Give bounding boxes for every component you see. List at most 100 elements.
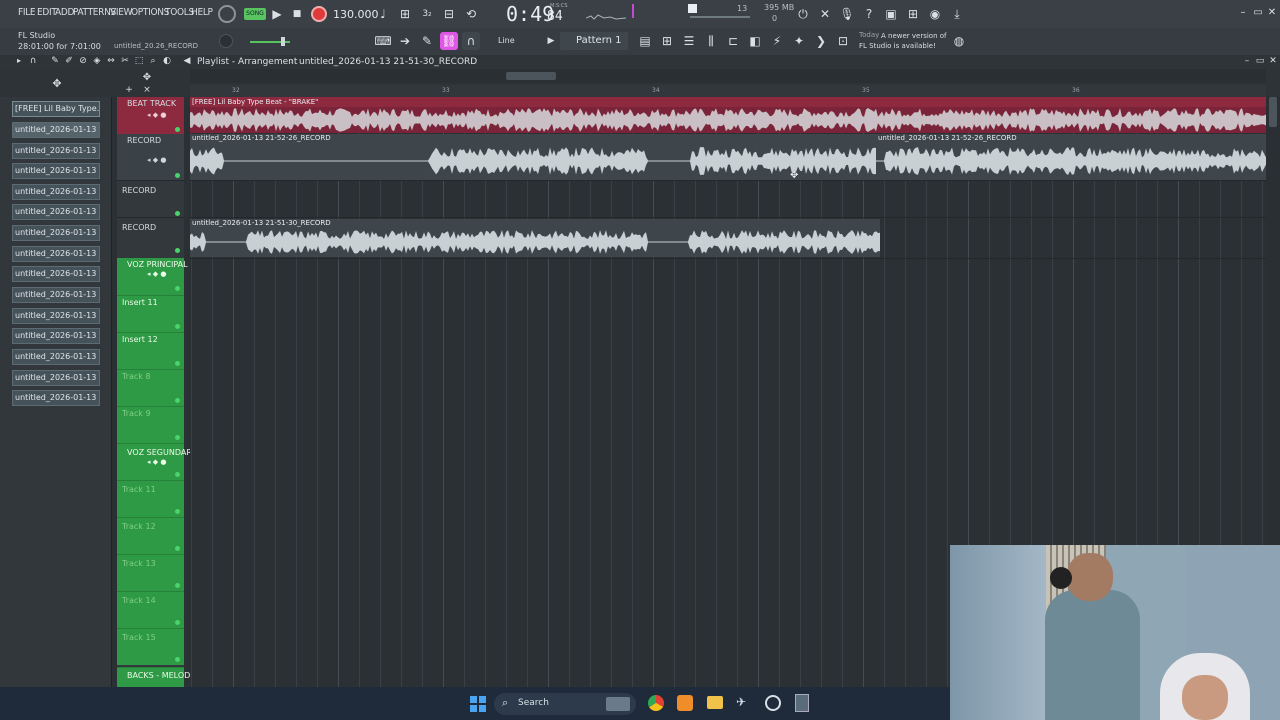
fish-icon[interactable]: ❯ <box>812 32 830 50</box>
track-header-voz-principal[interactable]: VOZ PRINCIPAL ◂ ◆ ● <box>117 258 188 295</box>
countdown-icon[interactable]: 3₂ <box>418 5 436 23</box>
audio-clip-record-a[interactable]: untitled_2026-01-13 21-52-26_RECORD <box>190 134 876 180</box>
menu-options[interactable]: OPTIONS <box>131 7 169 18</box>
picker-item[interactable]: untitled_2026-01-13 21-... <box>12 163 100 179</box>
arrange-icon[interactable]: ◀ <box>178 52 196 70</box>
picker-item[interactable]: untitled_2026-01-13 21-... <box>12 328 100 344</box>
master-pitch-knob[interactable] <box>219 34 233 48</box>
track-controls-icon[interactable]: ◂ ◆ ● <box>147 111 166 119</box>
mixer-icon[interactable]: ✕ <box>816 5 834 23</box>
track-header-track-15[interactable]: Track 15 <box>117 628 184 665</box>
track-controls-icon[interactable]: ◂ ◆ ● <box>147 156 166 164</box>
keyboard-icon[interactable]: ⌨ <box>374 32 392 50</box>
chrome-icon[interactable] <box>648 695 664 711</box>
picker-item[interactable]: untitled_2026-01-13 21-... <box>12 184 100 200</box>
horizontal-scrollbar[interactable] <box>190 69 1266 83</box>
plugin-icon[interactable]: ⊞ <box>904 5 922 23</box>
file-explorer-icon[interactable] <box>707 696 723 709</box>
track-enable-led[interactable] <box>175 173 180 178</box>
song-mode-toggle[interactable]: SONG <box>244 8 266 20</box>
track-enable-led[interactable] <box>175 398 180 403</box>
playlist-close-icon[interactable]: ✕ <box>1264 52 1280 70</box>
track-enable-led[interactable] <box>175 286 180 291</box>
track-header-record-1[interactable]: RECORD ◂ ◆ ● <box>117 134 184 180</box>
news-message[interactable]: A newer version of FL Studio is availabl… <box>859 31 949 51</box>
track-header-track-8[interactable]: Track 8 <box>117 369 184 406</box>
picker-item[interactable]: untitled_2026-01-13 21-... <box>12 308 100 324</box>
picker-item[interactable]: untitled_2026-01-13 21-... <box>12 287 100 303</box>
close-icon[interactable]: ✕ <box>1263 4 1280 22</box>
picker-item[interactable]: untitled_2026-01-13 21-... <box>12 225 100 241</box>
track-header-insert-12[interactable]: Insert 12 <box>117 332 184 369</box>
app-icon[interactable]: ✈ <box>736 695 752 711</box>
picker-move-icon[interactable]: ✥ <box>48 75 66 93</box>
track-header-beat[interactable]: BEAT TRACK ◂ ◆ ● <box>117 97 184 134</box>
menu-add[interactable]: ADD <box>55 7 74 18</box>
power-icon[interactable]: ⏻ <box>794 5 812 23</box>
link-icon[interactable]: ⛓ <box>440 32 458 50</box>
snap-selector[interactable]: Line <box>498 36 515 45</box>
wrench-icon[interactable]: ✦ <box>790 32 808 50</box>
track-enable-led[interactable] <box>175 435 180 440</box>
menu-help[interactable]: HELP <box>191 7 213 18</box>
picker-item[interactable]: untitled_2026-01-13 21-... <box>12 122 100 138</box>
chat-icon[interactable]: ◉ <box>926 5 944 23</box>
windows-start-icon[interactable] <box>470 696 486 712</box>
track-header-track-9[interactable]: Track 9 <box>117 406 184 443</box>
mic-icon[interactable]: 🎙 <box>838 5 856 23</box>
magnet-small-icon[interactable]: ∩ <box>24 52 42 70</box>
track-enable-led[interactable] <box>175 546 180 551</box>
track-header-insert-11[interactable]: Insert 11 <box>117 295 184 332</box>
channel-rack-icon[interactable]: ☰ <box>680 32 698 50</box>
track-controls-icon[interactable]: ◂ ◆ ● <box>147 458 166 466</box>
vscroll-thumb[interactable] <box>1269 97 1277 127</box>
playlist-icon[interactable]: ▤ <box>636 32 654 50</box>
cart-icon[interactable]: ⊡ <box>834 32 852 50</box>
pattern-prev-icon[interactable]: ▶ <box>542 32 560 50</box>
playlist-breadcrumb[interactable]: untitled_2026-01-13 21-51-30_RECORD <box>299 57 477 67</box>
plug-icon[interactable]: ⚡ <box>768 32 786 50</box>
track-header-backs-melod[interactable]: BACKS - MELOD <box>117 667 190 687</box>
track-enable-led[interactable] <box>175 248 180 253</box>
menu-view[interactable]: VIEW <box>110 7 132 18</box>
pencil-icon[interactable]: ✎ <box>418 32 436 50</box>
globe-icon[interactable]: ◍ <box>950 32 968 50</box>
track-enable-led[interactable] <box>175 620 180 625</box>
metronome-icon[interactable]: ♩ <box>374 5 392 23</box>
magnet-icon[interactable]: ∩ <box>462 32 480 50</box>
picker-item[interactable]: untitled_2026-01-13 21-... <box>12 370 100 386</box>
save-icon[interactable]: ▣ <box>882 5 900 23</box>
wait-input-icon[interactable]: ⊞ <box>396 5 414 23</box>
track-header-track-13[interactable]: Track 13 <box>117 554 184 591</box>
tempo-display[interactable]: 130.000 <box>333 8 379 21</box>
track-header-track-12[interactable]: Track 12 <box>117 517 184 554</box>
mixer-view-icon[interactable]: ⫼ <box>702 32 720 50</box>
scroll-thumb[interactable] <box>506 72 556 80</box>
picker-item[interactable]: untitled_2026-01-13 21-... <box>12 349 100 365</box>
audio-clip-record-b[interactable]: untitled_2026-01-13 21-52-26_RECORD <box>876 134 1266 180</box>
picker-item[interactable]: untitled_2026-01-13 21-... <box>12 143 100 159</box>
track-header-record-2[interactable]: RECORD <box>117 180 184 217</box>
master-volume-handle[interactable] <box>281 37 285 46</box>
piano-roll-icon[interactable]: ⊞ <box>658 32 676 50</box>
menu-tools[interactable]: TOOLS <box>165 7 194 18</box>
blend-notes-icon[interactable]: ⊟ <box>440 5 458 23</box>
fl-studio-icon[interactable] <box>677 695 693 711</box>
picker-item[interactable]: untitled_2026-01-13 21-... <box>12 246 100 262</box>
track-enable-led[interactable] <box>175 472 180 477</box>
arrow-right-icon[interactable]: ➔ <box>396 32 414 50</box>
loop-record-icon[interactable]: ⟲ <box>462 5 480 23</box>
track-enable-led[interactable] <box>175 509 180 514</box>
track-header-track-11[interactable]: Track 11 <box>117 480 184 517</box>
record-button[interactable] <box>311 6 327 22</box>
obs-icon[interactable] <box>765 695 781 711</box>
picker-item[interactable]: untitled_2026-01-13 21-... <box>12 204 100 220</box>
track-header-voz-segundaria[interactable]: VOZ SEGUNDARIA ◂ ◆ ● <box>117 443 200 480</box>
calculator-icon[interactable] <box>795 694 809 712</box>
taskbar-search-box[interactable]: ⌕ Search <box>494 693 636 715</box>
audio-clip-record-c[interactable]: untitled_2026-01-13 21-51-30_RECORD <box>190 219 880 257</box>
track-enable-led[interactable] <box>175 361 180 366</box>
track-enable-led[interactable] <box>175 211 180 216</box>
browser-icon[interactable]: ⊏ <box>724 32 742 50</box>
track-enable-led[interactable] <box>175 583 180 588</box>
